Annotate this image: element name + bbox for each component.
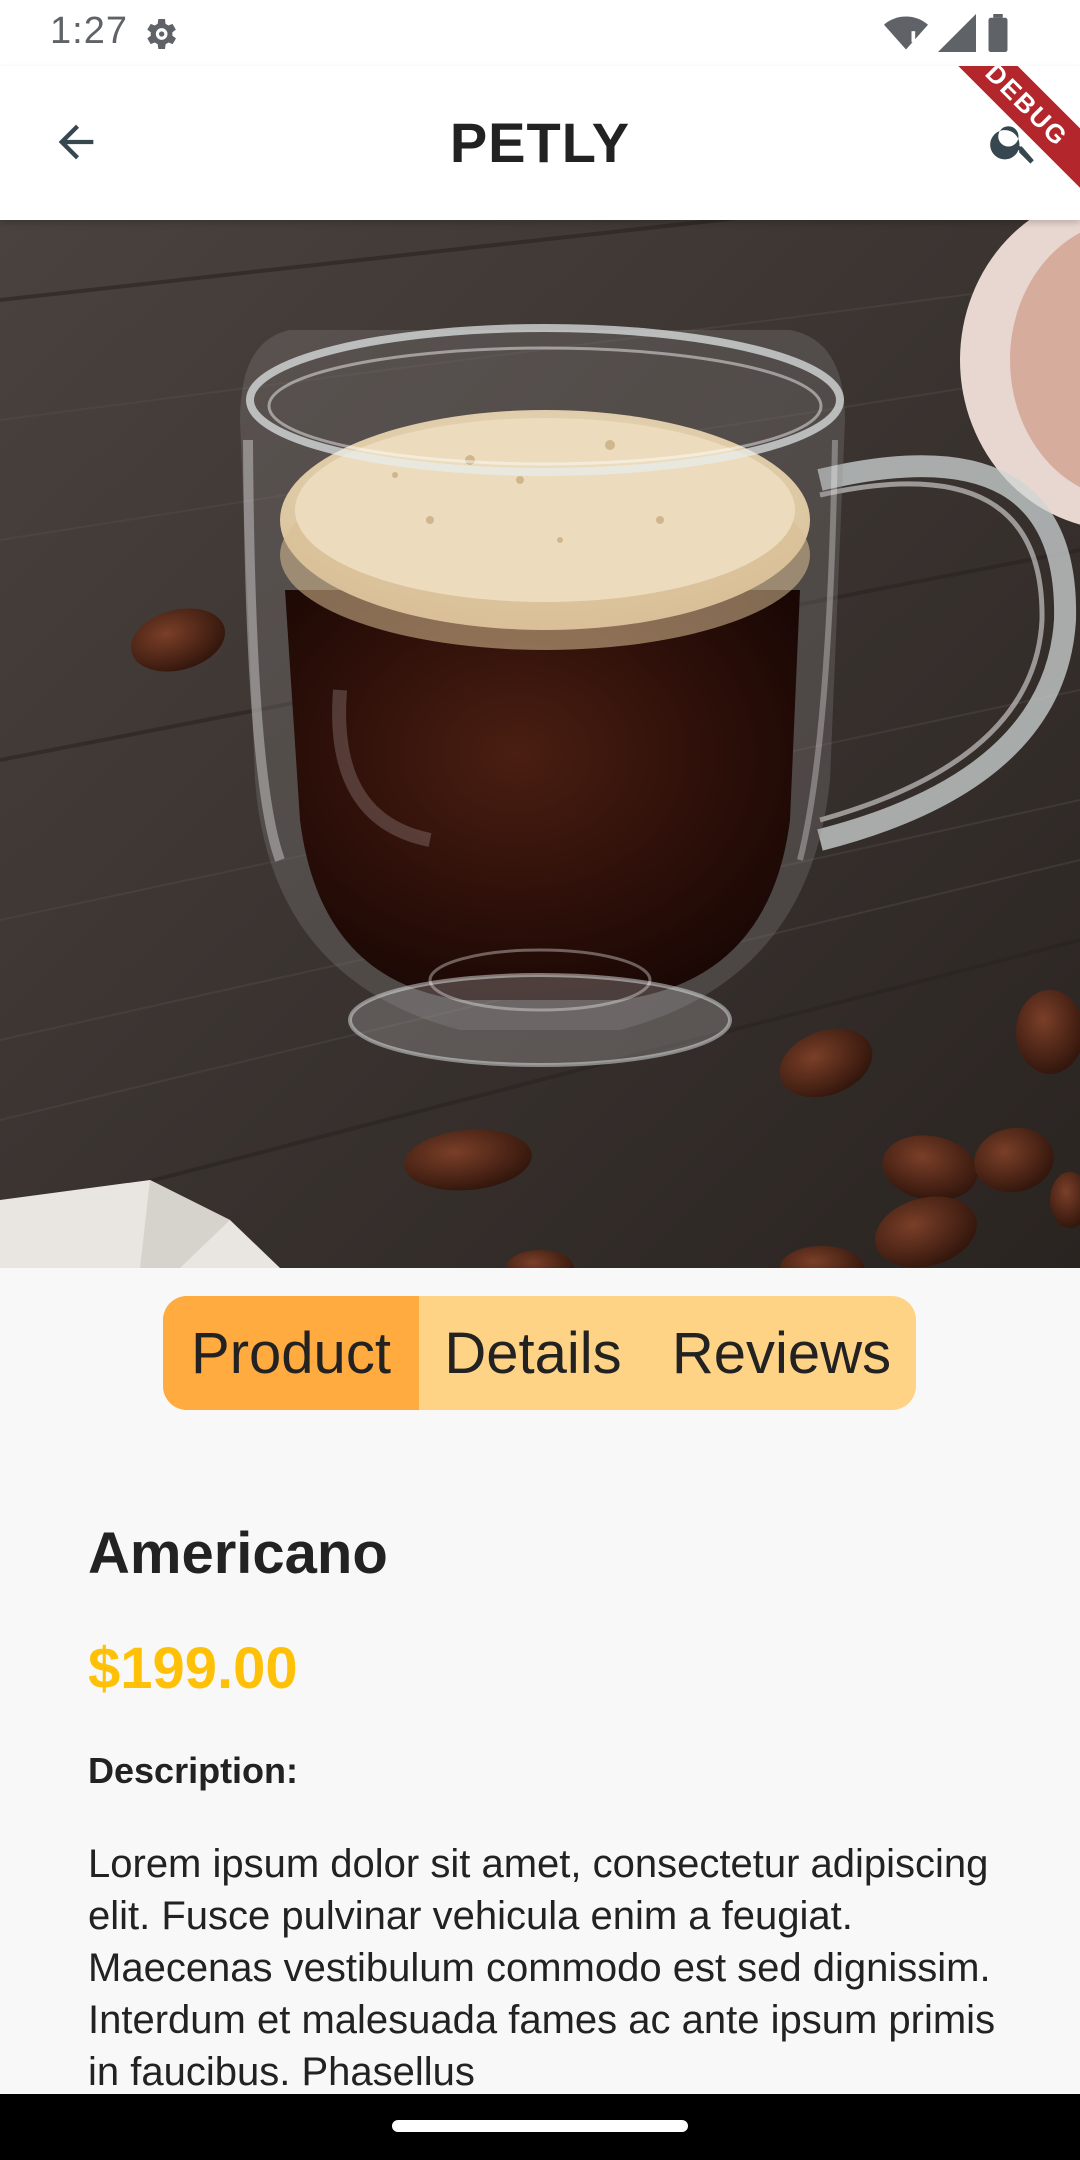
status-icons	[884, 14, 1010, 57]
home-gesture-handle[interactable]	[392, 2120, 688, 2132]
status-bar: 1:27	[0, 0, 1080, 66]
product-content: Americano $199.00 Description: Lorem ips…	[88, 1520, 1008, 2098]
product-screen: 1:27 PETLY DEBUG Product Details Reviews…	[0, 0, 1080, 2160]
product-tabs: Product Details Reviews	[163, 1296, 916, 1410]
tab-details[interactable]: Details	[419, 1296, 647, 1410]
battery-icon	[986, 14, 1010, 57]
description-text: Lorem ipsum dolor sit amet, consectetur …	[88, 1842, 996, 2094]
description-label: Description:	[88, 1750, 299, 1791]
app-title: PETLY	[449, 111, 631, 174]
app-bar: PETLY DEBUG	[0, 66, 1080, 220]
tab-reviews[interactable]: Reviews	[647, 1296, 916, 1410]
wifi-icon	[884, 14, 928, 57]
product-name: Americano	[88, 1521, 388, 1586]
settings-gear-icon	[140, 14, 180, 54]
signal-icon	[938, 14, 976, 57]
status-time: 1:27	[50, 10, 128, 52]
product-price: $199.00	[88, 1636, 298, 1701]
navigation-bar	[0, 2094, 1080, 2160]
tab-product[interactable]: Product	[163, 1296, 419, 1410]
product-image	[0, 220, 1080, 1268]
